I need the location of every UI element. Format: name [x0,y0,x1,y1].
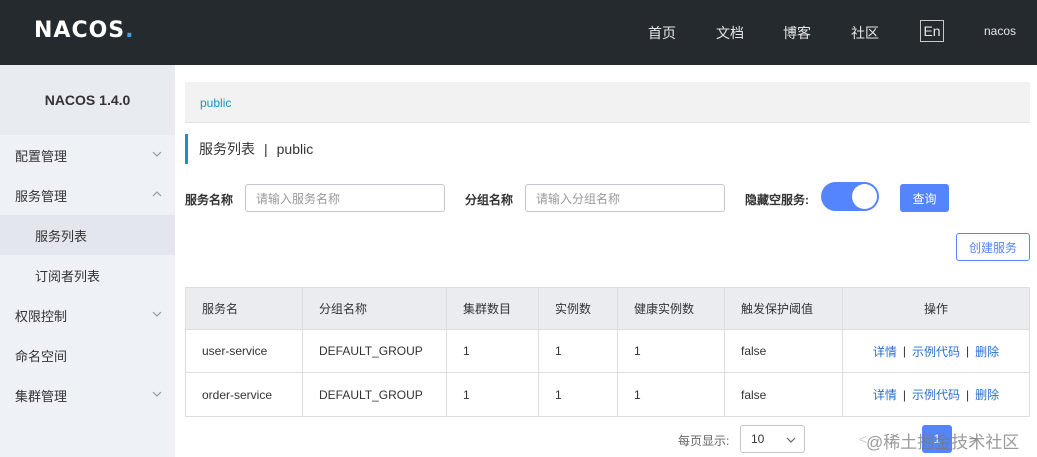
table-cell: false [725,373,843,416]
delete-link[interactable]: 删除 [975,343,999,360]
sidebar-item-service-management[interactable]: 服务管理 [0,175,175,215]
sidebar-item-label: 服务管理 [15,188,68,204]
row-actions: 详情 | 示例代码 | 删除 [843,330,1029,372]
group-name-placeholder: 请输入分组名称 [536,191,621,206]
delete-link[interactable]: 删除 [975,386,999,403]
column-header: 触发保护阈值 [725,288,843,329]
namespace-link-public[interactable]: public [200,96,231,110]
action-separator: | [966,387,970,402]
sidebar-item-label: 订阅者列表 [35,268,101,284]
service-name-label: 服务名称 [185,193,234,207]
table-cell: 1 [539,373,618,416]
table-cell: DEFAULT_GROUP [303,330,447,372]
chevron-down-icon [152,151,162,157]
sidebar-item-label: 配置管理 [15,148,68,164]
hide-empty-services-label: 隐藏空服务: [745,193,809,207]
nav-community[interactable]: 社区 [851,0,879,65]
service-table: 服务名 分组名称 集群数目 实例数 健康实例数 触发保护阈值 操作 user-s… [185,287,1030,417]
create-service-button[interactable]: 创建服务 [956,233,1030,261]
action-separator: | [902,344,906,358]
page-size-value: 10 [751,432,765,446]
sample-code-link[interactable]: 示例代码 [912,386,960,403]
sidebar-item-access-control[interactable]: 权限控制 [0,295,175,335]
nacos-logo[interactable]: NACOS. [34,18,135,43]
column-header: 分组名称 [303,288,447,329]
table-cell: 1 [618,373,725,416]
detail-link[interactable]: 详情 [873,343,897,360]
sidebar-item-subscriber-list[interactable]: 订阅者列表 [0,255,175,295]
group-name-input[interactable]: 请输入分组名称 [525,184,725,212]
row-actions: 详情 | 示例代码 | 删除 [843,373,1029,416]
sidebar-item-service-list[interactable]: 服务列表 [0,215,175,255]
column-header: 操作 [923,302,948,316]
table-cell: order-service [186,373,303,416]
table-cell: 1 [447,330,539,372]
column-header: 集群数目 [447,288,539,329]
sidebar-item-label: 集群管理 [15,388,68,404]
action-separator: | [902,387,906,402]
nav-home[interactable]: 首页 [648,0,676,65]
page-size-label: 每页显示: [678,434,730,448]
sidebar-item-label: 命名空间 [15,348,68,364]
column-header: 服务名 [186,288,303,329]
nav-blog[interactable]: 博客 [783,0,811,65]
namespace-bar: public [185,82,1030,123]
query-button[interactable]: 查询 [900,184,949,212]
service-name-placeholder: 请输入服务名称 [256,191,341,206]
watermark: @稀土掘金技术社区 [866,433,1020,452]
top-navbar: NACOS. 首页 文档 博客 社区 En nacos [0,0,1037,65]
user-name[interactable]: nacos [984,24,1016,38]
chevron-up-icon [152,191,162,197]
toggle-knob [852,184,877,209]
action-separator: | [966,344,970,358]
page-title-text: 服务列表 [199,141,255,157]
table-cell: 1 [447,373,539,416]
language-switch-button[interactable]: En [920,20,944,42]
sidebar-item-config-management[interactable]: 配置管理 [0,135,175,175]
table-header-row: 服务名 分组名称 集群数目 实例数 健康实例数 触发保护阈值 操作 [186,288,1029,330]
chevron-down-icon [152,311,162,317]
sample-code-link[interactable]: 示例代码 [912,343,960,360]
nav-docs[interactable]: 文档 [716,0,744,65]
sidebar-item-cluster-management[interactable]: 集群管理 [0,375,175,415]
title-separator: | [264,141,268,157]
page-title: 服务列表 | public [185,134,313,164]
sidebar: NACOS 1.4.0 配置管理 服务管理 服务列表 订阅者列表 权限控制 命名… [0,65,175,457]
column-header: 健康实例数 [618,288,725,329]
group-name-label: 分组名称 [465,193,514,207]
column-header: 实例数 [539,288,618,329]
service-name-input[interactable]: 请输入服务名称 [245,184,445,212]
table-cell: 1 [618,330,725,372]
sidebar-item-label: 服务列表 [35,228,88,244]
chevron-down-icon [786,437,796,443]
table-cell: false [725,330,843,372]
table-cell: 1 [539,330,618,372]
chevron-down-icon [152,391,162,397]
sidebar-item-namespace[interactable]: 命名空间 [0,335,175,375]
detail-link[interactable]: 详情 [873,386,897,403]
page-title-namespace: public [276,141,314,157]
page-size-select[interactable]: 10 [740,425,805,453]
table-cell: user-service [186,330,303,372]
table-row: order-service DEFAULT_GROUP 1 1 1 false … [186,373,1029,416]
table-cell: DEFAULT_GROUP [303,373,447,416]
table-row: user-service DEFAULT_GROUP 1 1 1 false 详… [186,330,1029,373]
sidebar-version-title: NACOS 1.4.0 [0,65,175,135]
hide-empty-services-toggle[interactable] [821,182,879,211]
sidebar-item-label: 权限控制 [15,308,68,324]
